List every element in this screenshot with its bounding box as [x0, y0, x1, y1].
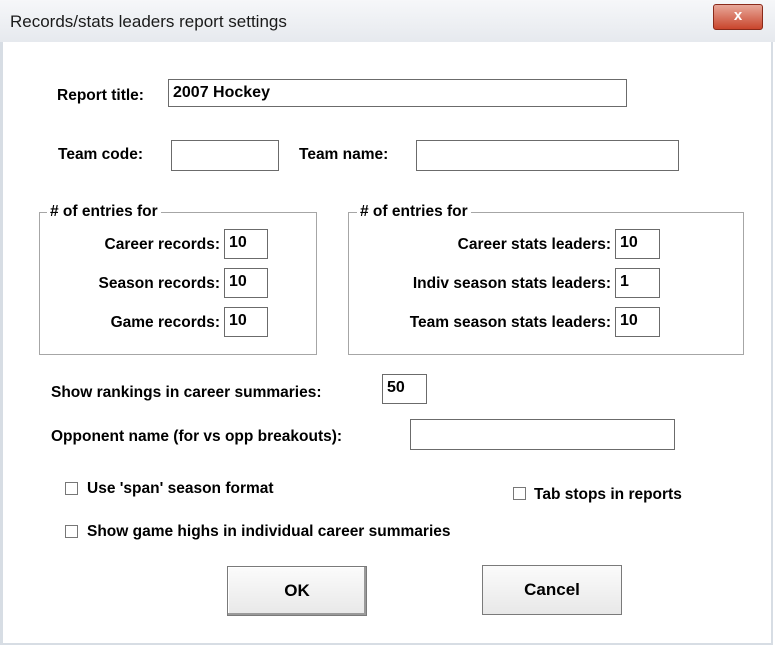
career-records-input[interactable]: 10 [224, 229, 268, 259]
indiv-season-stats-input[interactable]: 1 [615, 268, 660, 298]
stats-group-legend: # of entries for [357, 203, 471, 221]
opponent-input[interactable] [410, 419, 675, 450]
records-group-legend: # of entries for [47, 203, 161, 221]
ok-button[interactable]: OK [227, 566, 367, 616]
tab-stops-checkbox[interactable] [513, 487, 526, 500]
rankings-label: Show rankings in career summaries: [51, 384, 322, 401]
span-format-label: Use 'span' season format [87, 480, 274, 497]
season-records-input[interactable]: 10 [224, 268, 268, 298]
team-season-stats-input[interactable]: 10 [615, 307, 660, 337]
report-title-input[interactable]: 2007 Hockey [168, 79, 627, 107]
tab-stops-label: Tab stops in reports [534, 486, 682, 503]
game-highs-checkbox[interactable] [65, 525, 78, 538]
team-code-input[interactable] [171, 140, 279, 171]
close-button[interactable]: x [713, 4, 763, 30]
game-records-input[interactable]: 10 [224, 307, 268, 337]
career-stats-label: Career stats leaders: [457, 236, 611, 253]
rankings-input[interactable]: 50 [382, 374, 427, 404]
span-format-checkbox[interactable] [65, 482, 78, 495]
title-bar: Records/stats leaders report settings x [0, 0, 775, 42]
game-highs-label: Show game highs in individual career sum… [87, 523, 451, 540]
dialog-window: Records/stats leaders report settings x … [0, 0, 775, 646]
career-records-label: Career records: [104, 236, 220, 253]
game-records-label: Game records: [110, 314, 220, 331]
report-title-label: Report title: [57, 87, 144, 104]
team-name-input[interactable] [416, 140, 679, 171]
team-name-label: Team name: [299, 146, 389, 163]
window-title: Records/stats leaders report settings [10, 12, 287, 31]
cancel-button[interactable]: Cancel [482, 565, 622, 615]
team-code-label: Team code: [58, 146, 143, 163]
season-records-label: Season records: [98, 275, 220, 292]
career-stats-input[interactable]: 10 [615, 229, 660, 259]
indiv-season-stats-label: Indiv season stats leaders: [412, 275, 611, 292]
close-icon: x [733, 7, 743, 24]
team-season-stats-label: Team season stats leaders: [409, 314, 611, 331]
opponent-label: Opponent name (for vs opp breakouts): [51, 428, 343, 445]
